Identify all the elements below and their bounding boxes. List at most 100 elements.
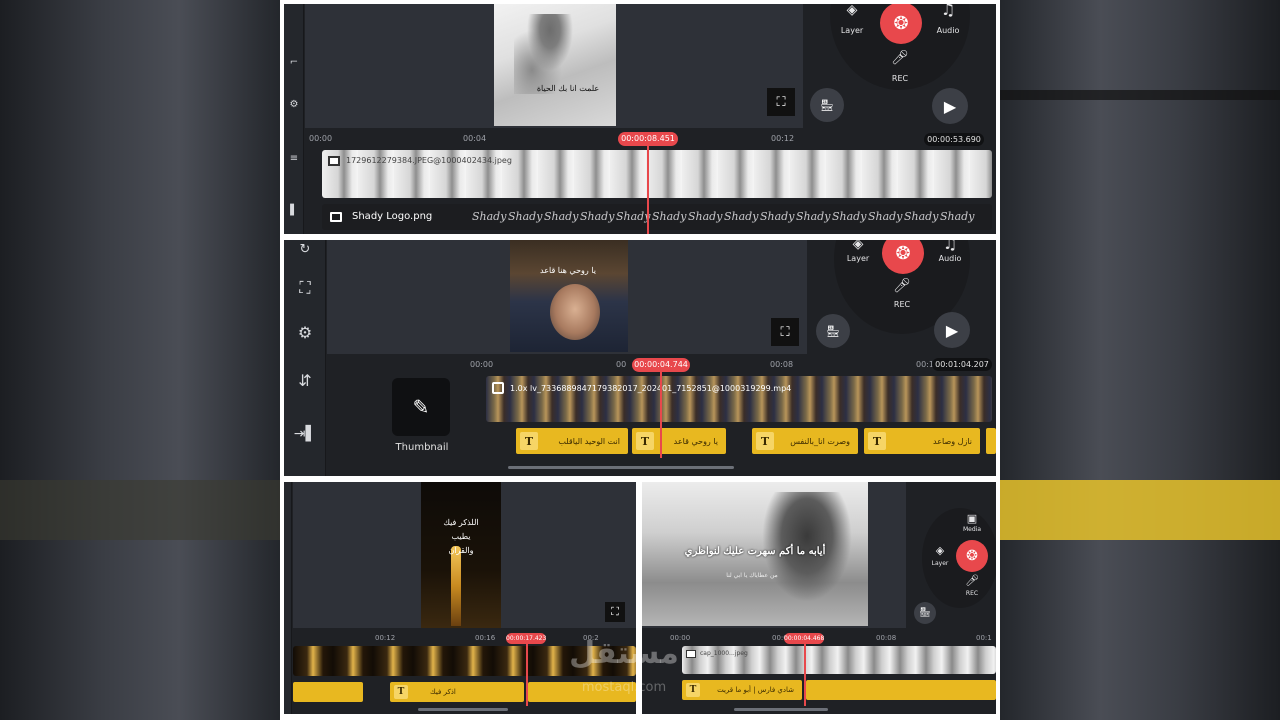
- text-clip-partial[interactable]: [986, 428, 996, 454]
- fullscreen-button[interactable]: ⛶: [605, 602, 625, 622]
- audio-label[interactable]: Audio: [930, 254, 970, 263]
- mic-icon[interactable]: 🎤︎: [892, 278, 912, 294]
- crop-icon[interactable]: ⌐: [284, 54, 304, 70]
- text-clip-label: انت الوحيد الياقلب: [558, 436, 620, 446]
- ruler-label-0: 00:00: [309, 134, 333, 143]
- image-clip-icon: [328, 156, 340, 166]
- media-icon[interactable]: ▣: [962, 512, 982, 525]
- layer-icon[interactable]: ◈: [842, 4, 862, 18]
- text-clip-icon: T: [394, 685, 408, 699]
- ruler-label-3: 00:1: [976, 634, 992, 642]
- text-clip[interactable]: T نازل وصاعد: [864, 428, 980, 454]
- preview-caption-1: اللذكر فيك: [443, 518, 479, 527]
- trim-icon[interactable]: ▌: [284, 202, 304, 218]
- layer-icon[interactable]: ◈: [848, 240, 868, 252]
- rec-label[interactable]: REC: [882, 300, 922, 309]
- rotate-icon[interactable]: ↻: [284, 240, 326, 258]
- mic-icon[interactable]: 🎤︎: [890, 50, 910, 66]
- ruler-label-0: 00:12: [375, 634, 396, 642]
- preview-caption: يا روحي هنا قاعد: [540, 266, 596, 275]
- text-clip[interactable]: T وصرت انا_بالنفس: [752, 428, 858, 454]
- text-clip-left[interactable]: [293, 682, 363, 702]
- rec-label[interactable]: REC: [880, 74, 920, 83]
- fullscreen-button[interactable]: ⛶: [767, 88, 795, 116]
- settings-icon[interactable]: ⚙: [284, 96, 304, 112]
- image-clip-name: 1729612279384.JPEG@1000402434.jpeg: [346, 156, 512, 165]
- text-clip-label: يا روحي قاعد: [673, 436, 718, 446]
- playhead[interactable]: [804, 642, 806, 706]
- logo-thumb: Shady: [508, 210, 543, 223]
- crop-icon[interactable]: ⛶: [284, 274, 326, 302]
- ruler-label-0: 00:00: [470, 360, 494, 369]
- timeline-ruler: 00:00 00 00:08 00:1: [470, 356, 996, 374]
- text-clip-icon: T: [686, 683, 700, 697]
- audio-icon[interactable]: ♫: [940, 240, 960, 253]
- background-band-dark: [1000, 90, 1280, 100]
- timeline-scrollbar[interactable]: [508, 466, 734, 469]
- preview-frame: علمت انا بك الحياة: [494, 4, 616, 126]
- text-clip-label: نازل وصاعد: [933, 436, 972, 446]
- logo-thumb: Shady: [940, 210, 975, 223]
- rec-label[interactable]: REC: [958, 590, 986, 597]
- playhead[interactable]: [647, 144, 649, 234]
- face-image: [550, 284, 600, 340]
- timeline-scrollbar[interactable]: [734, 708, 828, 711]
- layer-label[interactable]: Layer: [926, 560, 954, 567]
- video-clip-icon: [492, 382, 504, 394]
- store-button[interactable]: 🏪︎: [816, 314, 850, 348]
- layer-icon[interactable]: ◈: [930, 544, 950, 557]
- trim-icon[interactable]: ⇥▌: [284, 420, 326, 448]
- timeline-scrollbar[interactable]: [418, 708, 508, 711]
- video-clip[interactable]: 1.0x lv_7336889847179382017_202401_71528…: [486, 376, 992, 422]
- total-time: 00:00:53.690: [924, 133, 984, 146]
- text-clip[interactable]: T يا روحي قاعد: [632, 428, 726, 454]
- play-button[interactable]: ▶: [932, 88, 968, 124]
- text-clip[interactable]: T اذكر فيك: [390, 682, 524, 702]
- audio-icon[interactable]: ♫: [938, 4, 958, 19]
- capture-button[interactable]: ❂: [956, 540, 988, 572]
- logo-thumb: Shady: [724, 210, 759, 223]
- settings-icon[interactable]: ⚙: [284, 318, 326, 346]
- image-clip-name: cap_1000...jpeg: [700, 650, 748, 657]
- split-icon[interactable]: ⇵: [284, 366, 326, 394]
- preview-subcaption: من عطاياك يا ابي لنا: [726, 572, 778, 579]
- logo-thumb: Shady: [868, 210, 903, 223]
- logo-thumb: Shady: [472, 210, 507, 223]
- text-clip-right[interactable]: [806, 680, 996, 700]
- layer-label[interactable]: Layer: [838, 254, 878, 263]
- text-clip[interactable]: T شادي فارس | أبو ما قريت: [682, 680, 802, 700]
- play-button[interactable]: ▶: [934, 312, 970, 348]
- audio-label[interactable]: Audio: [928, 26, 968, 35]
- preview-caption-3: والقران: [448, 546, 474, 555]
- store-button[interactable]: 🏪︎: [810, 88, 844, 122]
- logo-thumb: Shady: [796, 210, 831, 223]
- playhead[interactable]: [526, 642, 528, 706]
- layer-label[interactable]: Layer: [832, 26, 872, 35]
- playhead[interactable]: [660, 370, 662, 458]
- ruler-label-2: 00:08: [876, 634, 897, 642]
- media-label[interactable]: Media: [958, 526, 986, 533]
- logo-thumb: Shady: [652, 210, 687, 223]
- text-clip-icon: T: [756, 432, 774, 450]
- ruler-label-2: 00:08: [770, 360, 794, 369]
- text-clip-label: اذكر فيك: [430, 688, 456, 696]
- store-button[interactable]: 🏪︎: [914, 602, 936, 624]
- logo-thumb: Shady: [688, 210, 723, 223]
- image-clip[interactable]: 1729612279384.JPEG@1000402434.jpeg: [322, 150, 992, 198]
- capture-button[interactable]: ❂: [880, 4, 922, 44]
- video-preview: اللذكر فيك يطيب والقران ⛶: [293, 482, 636, 628]
- minaret-image: [451, 546, 461, 626]
- thumbnail-button[interactable]: ✎: [392, 378, 450, 436]
- collage-board: ⌐ ⚙ ≡ ▌ علمت انا بك الحياة ⛶ ❂ ◈ Layer ♫…: [280, 0, 1000, 720]
- image-clip[interactable]: cap_1000...jpeg: [682, 646, 996, 674]
- video-clip-name: 1.0x lv_7336889847179382017_202401_71528…: [510, 384, 792, 393]
- background-band-yellow: [1000, 480, 1280, 540]
- text-clip[interactable]: T انت الوحيد الياقلب: [516, 428, 628, 454]
- mic-icon[interactable]: 🎤︎: [962, 574, 982, 587]
- logo-layer-clip[interactable]: Shady Logo.png Shady Shady Shady Shady Shady…: [322, 204, 992, 230]
- preview-frame: اللذكر فيك يطيب والقران: [421, 482, 501, 628]
- split-icon[interactable]: ≡: [284, 150, 304, 166]
- fullscreen-button[interactable]: ⛶: [771, 318, 799, 346]
- text-clip-icon: T: [520, 432, 538, 450]
- background-band-yellow-left: [0, 480, 280, 540]
